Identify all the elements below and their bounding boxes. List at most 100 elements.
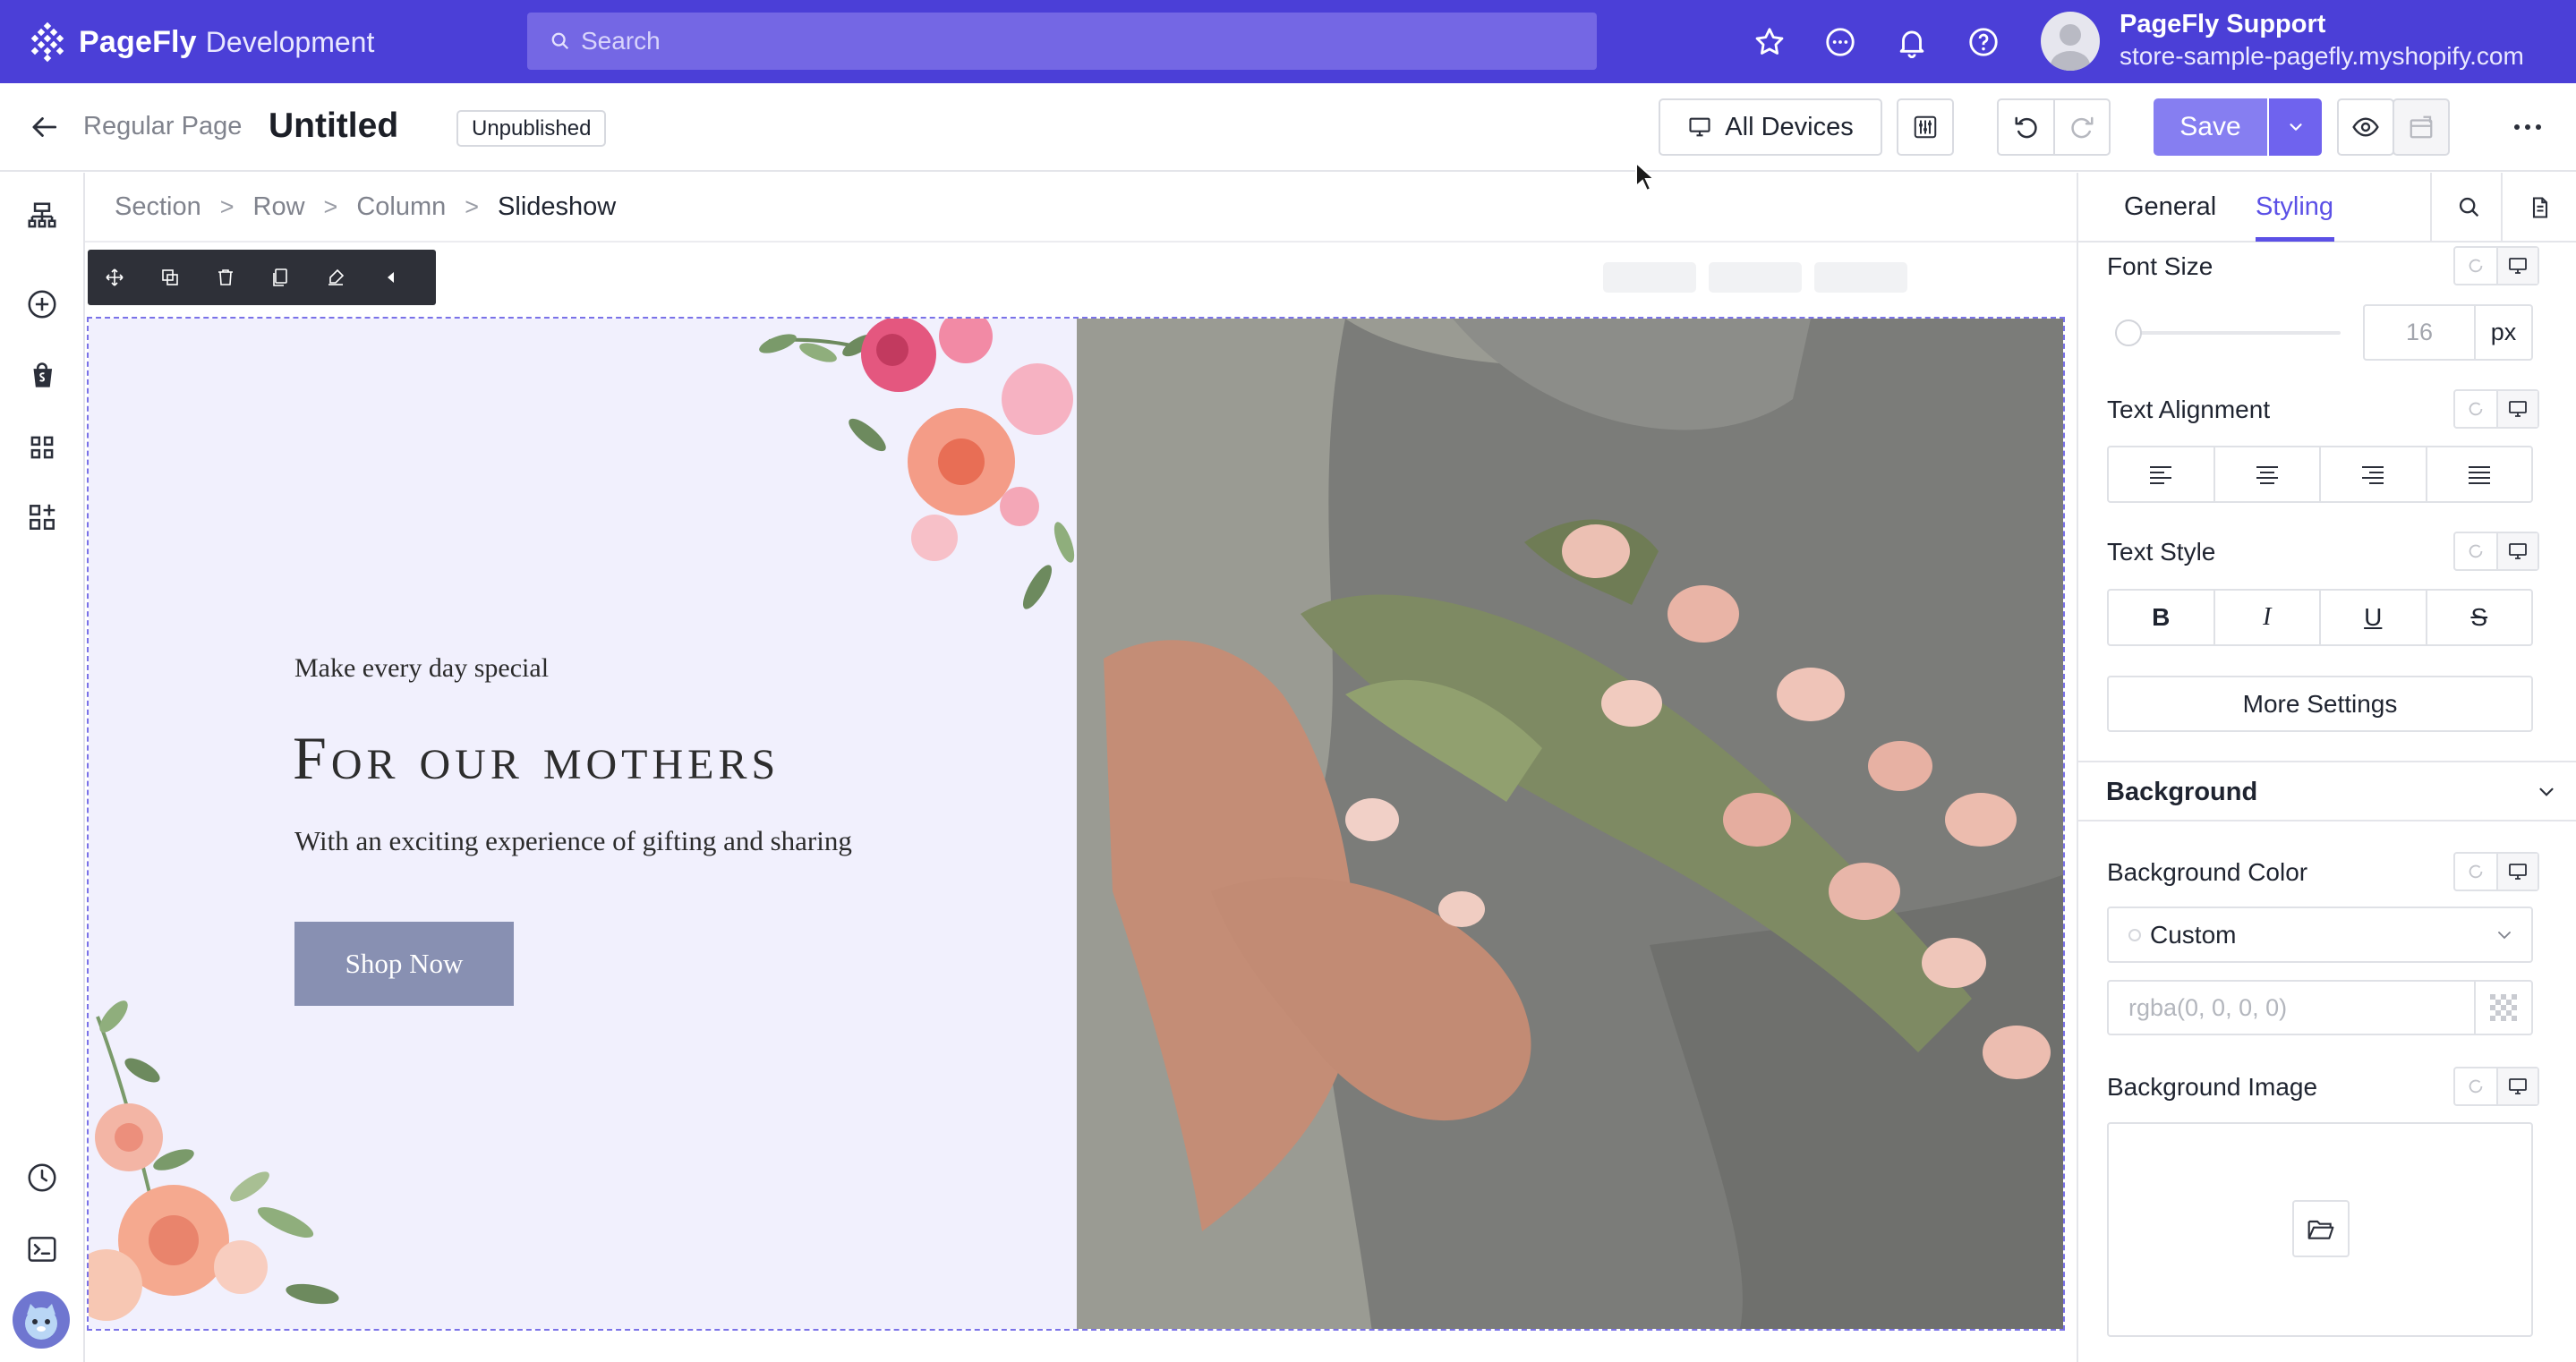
desktop-icon[interactable] (2496, 248, 2538, 284)
align-justify-icon[interactable] (2425, 447, 2532, 501)
background-color-select-value: Custom (2150, 920, 2237, 949)
search-icon (550, 31, 570, 51)
search-properties-button[interactable] (2430, 173, 2507, 243)
device-selector-label: All Devices (1725, 112, 1854, 141)
publish-status-badge: Unpublished (456, 110, 607, 147)
document-icon (2528, 195, 2553, 220)
duplicate-icon[interactable] (159, 260, 215, 295)
terminal-icon[interactable] (25, 1232, 59, 1266)
paint-style-icon[interactable] (325, 260, 380, 295)
top-bar: PageFly Development PageFly Support stor… (0, 0, 2576, 83)
shop-now-button[interactable]: Shop Now (294, 922, 514, 1006)
more-settings-button[interactable]: More Settings (2107, 676, 2533, 732)
tab-general[interactable]: General (2124, 192, 2216, 222)
assistant-avatar[interactable] (13, 1291, 70, 1349)
undo-icon[interactable] (1999, 100, 2053, 154)
font-size-input[interactable]: 16 (2363, 304, 2476, 361)
breadcrumb-row[interactable]: Row (253, 192, 305, 222)
reset-icon[interactable] (2455, 854, 2496, 890)
breadcrumb-separator: > (219, 192, 235, 220)
preview-button[interactable] (2337, 98, 2394, 156)
back-arrow-icon[interactable] (27, 110, 61, 144)
text-style-responsive-controls (2453, 532, 2539, 571)
device-selector-button[interactable]: All Devices (1659, 98, 1882, 156)
slide-text-panel: Make every day special For our mothers W… (89, 319, 1077, 1329)
align-left-icon[interactable] (2109, 447, 2213, 501)
search-input[interactable] (581, 27, 1565, 55)
text-style-label: Text Style (2107, 538, 2216, 566)
breadcrumb-section[interactable]: Section (115, 192, 201, 222)
page-type-label: Regular Page (83, 112, 243, 140)
sections-grid-icon[interactable] (25, 430, 59, 464)
redo-icon[interactable] (2053, 100, 2109, 154)
checkerboard-icon (2490, 994, 2517, 1021)
chat-icon[interactable] (1823, 25, 1857, 59)
transparency-swatch[interactable] (2474, 980, 2533, 1035)
reset-icon[interactable] (2455, 533, 2496, 569)
background-section-title: Background (2106, 778, 2258, 806)
desktop-icon[interactable] (2496, 533, 2538, 569)
active-tab-indicator (2256, 237, 2334, 242)
bell-icon[interactable] (1895, 25, 1929, 59)
help-icon[interactable] (1966, 25, 2000, 59)
page-settings-button[interactable] (1897, 98, 1954, 156)
align-right-icon[interactable] (2319, 447, 2426, 501)
user-name[interactable]: PageFly Support (2120, 10, 2325, 39)
more-options-button[interactable] (2499, 98, 2556, 156)
add-element-icon[interactable] (25, 287, 59, 321)
page-title[interactable]: Untitled (269, 106, 398, 146)
mouse-cursor-icon (1634, 161, 1658, 193)
reset-icon[interactable] (2455, 391, 2496, 427)
publish-button[interactable] (2393, 98, 2450, 156)
strikethrough-button[interactable]: S (2425, 591, 2532, 644)
desktop-icon[interactable] (2496, 1068, 2538, 1104)
slide-headline[interactable]: For our mothers (293, 723, 780, 794)
shopify-icon[interactable] (25, 359, 59, 393)
user-store-domain[interactable]: store-sample-pagefly.myshopify.com (2120, 42, 2524, 71)
placeholder-bar (1603, 262, 1696, 293)
slide-tagline[interactable]: Make every day special (294, 653, 549, 684)
move-icon[interactable] (104, 260, 159, 295)
bold-button[interactable]: B (2109, 591, 2213, 644)
desktop-icon[interactable] (2496, 854, 2538, 890)
placeholder-bar (1814, 262, 1907, 293)
document-button[interactable] (2501, 173, 2576, 243)
brand-logo[interactable]: PageFly Development (27, 18, 374, 66)
apps-icon[interactable] (25, 500, 59, 534)
browse-image-button[interactable] (2292, 1200, 2350, 1257)
layers-icon[interactable] (25, 200, 59, 234)
italic-button[interactable]: I (2213, 591, 2320, 644)
star-icon[interactable] (1753, 25, 1787, 59)
font-size-responsive-controls (2453, 246, 2539, 285)
reset-icon[interactable] (2455, 1068, 2496, 1104)
save-options-dropdown[interactable] (2269, 98, 2322, 156)
text-alignment-responsive-controls (2453, 389, 2539, 429)
copy-icon[interactable] (269, 260, 325, 295)
slide-subline[interactable]: With an exciting experience of gifting a… (294, 825, 852, 857)
slideshow-element[interactable]: Make every day special For our mothers W… (87, 317, 2065, 1331)
global-search[interactable] (527, 13, 1597, 70)
background-color-select[interactable]: Custom (2107, 907, 2533, 963)
breadcrumb-column[interactable]: Column (356, 192, 446, 222)
background-section-header[interactable]: Background (2078, 761, 2576, 821)
desktop-icon[interactable] (2496, 391, 2538, 427)
font-size-slider-thumb[interactable] (2115, 319, 2142, 346)
font-size-unit[interactable]: px (2474, 304, 2533, 361)
folder-open-icon (2307, 1216, 2335, 1241)
font-size-slider-track[interactable] (2121, 331, 2341, 335)
floral-decoration-bottom (89, 1000, 339, 1321)
user-avatar[interactable] (2041, 12, 2100, 71)
publish-icon (2408, 114, 2435, 140)
editor-toolbar: Regular Page Untitled Unpublished All De… (0, 83, 2576, 172)
trash-icon[interactable] (215, 260, 270, 295)
save-button[interactable]: Save (2154, 98, 2267, 156)
tab-styling[interactable]: Styling (2256, 192, 2333, 222)
chevron-down-icon (2494, 924, 2515, 946)
floral-decoration-top (759, 319, 1075, 609)
background-color-input[interactable]: rgba(0, 0, 0, 0) (2107, 980, 2476, 1035)
reset-icon[interactable] (2455, 248, 2496, 284)
underline-button[interactable]: U (2319, 591, 2426, 644)
history-clock-icon[interactable] (25, 1161, 59, 1195)
align-center-icon[interactable] (2213, 447, 2320, 501)
collapse-left-icon[interactable] (380, 260, 436, 295)
